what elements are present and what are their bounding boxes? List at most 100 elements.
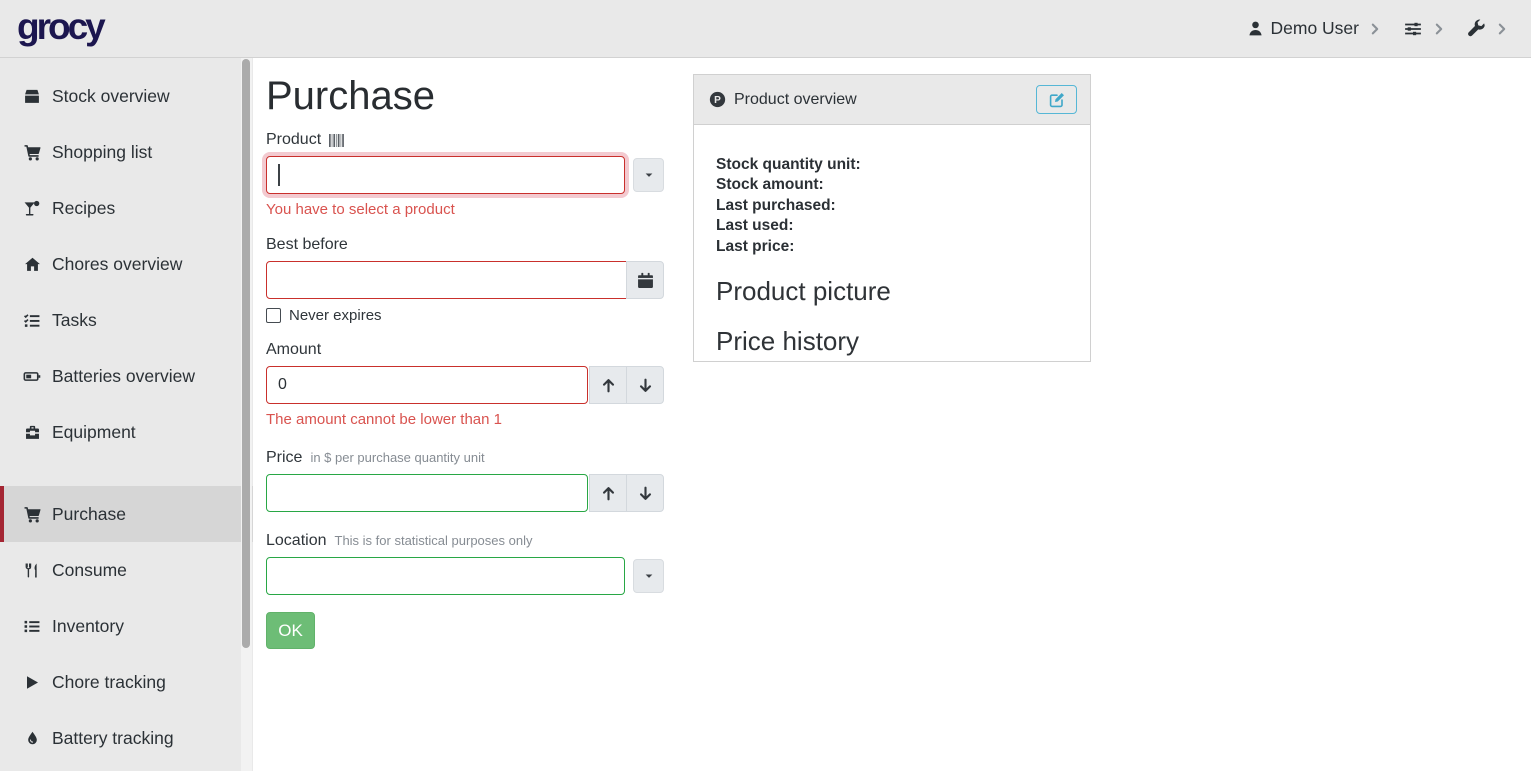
location-label: Location <box>266 532 327 550</box>
sidebar-item-label: Batteries overview <box>52 366 195 387</box>
last-used-label: Last used: <box>716 216 1075 236</box>
sidebar-item-chores-overview[interactable]: Chores overview <box>0 236 253 292</box>
product-overview-card: P Product overview Stock quantity unit: … <box>693 74 1091 362</box>
battery-icon <box>22 368 42 385</box>
sidebar-item-chore-tracking[interactable]: Chore tracking <box>0 654 253 710</box>
product-circle-icon: P <box>709 91 726 108</box>
sidebar: Stock overview Shopping list Recipes Cho… <box>0 58 253 771</box>
amount-decrement-button[interactable] <box>626 366 664 404</box>
arrow-down-icon <box>637 485 654 502</box>
chevron-right-icon <box>1432 22 1446 36</box>
product-input[interactable] <box>266 156 625 194</box>
price-history-heading: Price history <box>716 326 1075 357</box>
ok-button[interactable]: OK <box>266 612 315 649</box>
product-label: Product <box>266 131 321 149</box>
admin-menu[interactable] <box>1467 19 1486 38</box>
arrow-down-icon <box>637 377 654 394</box>
grocy-app: grocy Demo User <box>0 0 1531 771</box>
sidebar-item-battery-tracking[interactable]: Battery tracking <box>0 710 253 766</box>
box-icon <box>22 88 42 105</box>
sidebar-scrollbar-thumb[interactable] <box>242 59 250 648</box>
sidebar-item-label: Chores overview <box>52 254 182 275</box>
sidebar-item-batteries-overview[interactable]: Batteries overview <box>0 348 253 404</box>
list-icon <box>22 618 42 635</box>
user-menu[interactable]: Demo User <box>1247 18 1360 39</box>
location-dropdown-button[interactable] <box>633 559 664 593</box>
utensils-icon <box>22 562 42 579</box>
calendar-icon <box>637 272 654 289</box>
home-icon <box>22 256 42 273</box>
sidebar-item-stock-overview[interactable]: Stock overview <box>0 68 253 124</box>
manage-menu[interactable] <box>1403 20 1423 38</box>
card-title: Product overview <box>734 91 857 109</box>
sidebar-item-label: Stock overview <box>52 86 170 107</box>
barcode-icon <box>329 134 346 147</box>
caret-down-icon <box>643 169 655 181</box>
cart-icon <box>22 506 42 523</box>
caret-down-icon <box>643 570 655 582</box>
stock-quantity-unit-label: Stock quantity unit: <box>716 155 1075 175</box>
sidebar-item-inventory[interactable]: Inventory <box>0 598 253 654</box>
chevron-right-icon <box>1495 22 1509 36</box>
toolbox-icon <box>22 424 42 441</box>
product-error: You have to select a product <box>266 201 664 218</box>
top-bar: grocy Demo User <box>0 0 1531 58</box>
price-decrement-button[interactable] <box>626 474 664 512</box>
user-name: Demo User <box>1271 18 1360 39</box>
price-label: Price <box>266 449 302 467</box>
cocktail-icon <box>22 200 42 217</box>
tasks-icon <box>22 312 42 329</box>
top-bar-menu: Demo User <box>1247 18 1510 39</box>
stock-amount-label: Stock amount: <box>716 175 1075 195</box>
location-hint: This is for statistical purposes only <box>335 533 533 548</box>
sidebar-item-label: Purchase <box>52 504 126 525</box>
last-price-label: Last price: <box>716 237 1075 257</box>
arrow-up-icon <box>600 485 617 502</box>
purchase-form: Product You have <box>266 131 664 649</box>
price-increment-button[interactable] <box>589 474 627 512</box>
sidebar-item-label: Shopping list <box>52 142 152 163</box>
best-before-label: Best before <box>266 236 348 254</box>
edit-product-button[interactable] <box>1036 85 1077 114</box>
amount-input[interactable] <box>266 366 588 404</box>
location-input[interactable] <box>266 557 625 595</box>
best-before-input[interactable] <box>266 261 627 299</box>
arrow-up-icon <box>600 377 617 394</box>
product-dropdown-button[interactable] <box>633 158 664 192</box>
main-content: Purchase Product <box>253 58 1531 771</box>
sidebar-item-equipment[interactable]: Equipment <box>0 404 253 460</box>
edit-icon <box>1049 92 1065 108</box>
product-overview-header: P Product overview <box>694 75 1090 125</box>
product-picture-heading: Product picture <box>716 276 1075 307</box>
sidebar-item-label: Equipment <box>52 422 136 443</box>
sidebar-item-tasks[interactable]: Tasks <box>0 292 253 348</box>
cart-icon <box>22 144 42 161</box>
sidebar-item-recipes[interactable]: Recipes <box>0 180 253 236</box>
last-purchased-label: Last purchased: <box>716 196 1075 216</box>
price-hint: in $ per purchase quantity unit <box>310 450 484 465</box>
grocy-logo[interactable]: grocy <box>17 8 103 49</box>
sidebar-item-consume[interactable]: Consume <box>0 542 253 598</box>
sidebar-item-label: Battery tracking <box>52 728 174 749</box>
calendar-button[interactable] <box>626 261 664 299</box>
sidebar-scrollbar[interactable] <box>241 58 252 771</box>
droplet-icon <box>22 730 42 747</box>
sidebar-item-purchase[interactable]: Purchase <box>0 486 253 542</box>
play-icon <box>22 674 42 691</box>
user-icon <box>1247 20 1264 37</box>
chevron-right-icon <box>1368 22 1382 36</box>
sliders-icon <box>1403 20 1423 38</box>
never-expires-label: Never expires <box>289 307 382 324</box>
amount-increment-button[interactable] <box>589 366 627 404</box>
svg-text:P: P <box>714 95 721 106</box>
price-input[interactable] <box>266 474 588 512</box>
amount-error: The amount cannot be lower than 1 <box>266 411 664 428</box>
amount-label: Amount <box>266 341 321 359</box>
wrench-icon <box>1467 19 1486 38</box>
sidebar-item-label: Consume <box>52 560 127 581</box>
sidebar-item-shopping-list[interactable]: Shopping list <box>0 124 253 180</box>
never-expires-checkbox[interactable] <box>266 308 281 323</box>
sidebar-item-label: Chore tracking <box>52 672 166 693</box>
sidebar-item-label: Recipes <box>52 198 115 219</box>
sidebar-item-label: Tasks <box>52 310 97 331</box>
